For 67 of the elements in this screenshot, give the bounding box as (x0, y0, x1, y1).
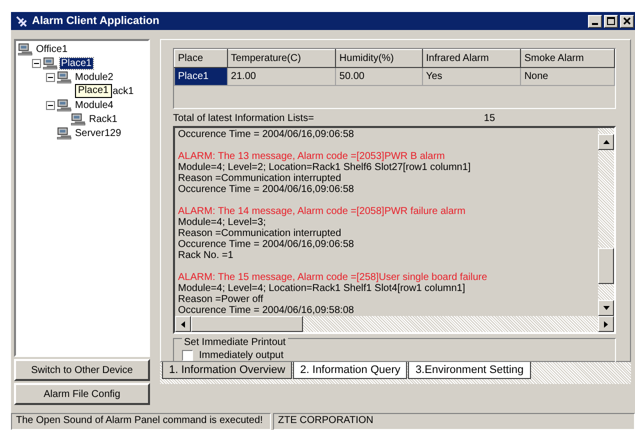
collapse-icon[interactable] (46, 72, 55, 82)
table-cell: Yes (422, 68, 521, 86)
maximize-icon (607, 17, 615, 25)
table-cell: None (520, 68, 614, 86)
close-icon (623, 17, 631, 25)
log-line: Occurence Time = 2004/06/16,09:06:58 (178, 129, 355, 140)
tree-item[interactable]: Office1 (35, 44, 68, 54)
computer-icon (71, 112, 86, 126)
tab[interactable]: 1. Information Overview (162, 362, 292, 379)
log-line: Reason =Communication interrupted (178, 228, 342, 239)
log-line: Module=4; Level=2; Location=Rack1 Shelf6 Slot27[row1 column1] (178, 162, 472, 173)
tab[interactable]: 2. Information Query (293, 362, 408, 379)
tree-item[interactable]: Module2 (74, 72, 114, 82)
scroll-thumb[interactable] (598, 248, 614, 284)
computer-icon (43, 56, 58, 70)
collapse-icon[interactable] (32, 58, 41, 68)
log-line: Module=4; Level=3; (178, 217, 267, 228)
tree-item[interactable]: Module4 (74, 100, 114, 110)
side-button[interactable]: Switch to Other Device (14, 359, 150, 381)
close-button[interactable] (620, 14, 634, 28)
log-line: Reason =Power off (178, 294, 264, 305)
column-header[interactable]: Infrared Alarm (422, 50, 521, 68)
left-arrow-icon[interactable] (181, 320, 185, 328)
log-line: Occurence Time = 2004/06/16,09:06:58 (178, 184, 355, 195)
total-label: Total of latest Information Lists= (173, 113, 314, 124)
group-title: Set Immediate Printout (182, 337, 288, 348)
column-header[interactable]: Temperature(C) (227, 50, 336, 68)
log-line: Rack No. =1 (178, 250, 234, 261)
column-header[interactable]: Humidity(%) (336, 50, 422, 68)
scroll-thumb[interactable] (191, 316, 303, 332)
tree-item[interactable]: Rack1 (88, 114, 118, 124)
up-arrow-icon[interactable] (602, 140, 610, 144)
alarm-line: ALARM: The 13 message, Alarm code =[2053]PWR B alarm (178, 151, 446, 162)
collapse-icon[interactable] (46, 100, 55, 110)
alarm-line: ALARM: The 15 message, Alarm code =[258]User single board failure (178, 272, 488, 283)
maximize-button[interactable] (604, 14, 618, 28)
log-line: Occurence Time = 2004/06/16,09:58:08 (178, 305, 355, 316)
alarm-line: ALARM: The 14 message, Alarm code =[2058]PWR failure alarm (178, 206, 466, 217)
status-pane: ZTE CORPORATION (273, 413, 635, 430)
immediately-output-checkbox[interactable]: Immediately output (182, 350, 284, 361)
column-header[interactable]: Smoke Alarm (520, 50, 614, 68)
computer-icon (18, 42, 33, 56)
computer-icon (57, 98, 72, 112)
horizontal-scrollbar[interactable] (175, 316, 614, 332)
log-line: Reason =Communication interrupted (178, 173, 342, 184)
minimize-button[interactable] (588, 14, 602, 28)
tree-item[interactable]: Place1 (60, 58, 93, 68)
computer-icon (57, 70, 72, 84)
satellite-icon (15, 14, 28, 28)
column-header[interactable]: Place (174, 50, 228, 68)
vertical-scrollbar[interactable] (598, 128, 614, 316)
tooltip: Place1 (75, 84, 112, 98)
status-pane: The Open Sound of Alarm Panel command is executed! (11, 413, 271, 430)
window-title: Alarm Client Application (32, 15, 160, 27)
table-cell: 50.00 (336, 68, 422, 86)
total-value: 15 (484, 113, 496, 124)
computer-icon (57, 126, 72, 140)
side-button[interactable]: Alarm File Config (14, 383, 150, 405)
down-arrow-icon[interactable] (602, 306, 610, 310)
right-arrow-icon[interactable] (604, 320, 608, 328)
log-line: Occurence Time = 2004/06/16,09:06:58 (178, 239, 355, 250)
table-cell: Place1 (174, 68, 228, 86)
tab[interactable]: 3.Environment Setting (408, 362, 531, 379)
tree-item[interactable]: Server129 (74, 128, 122, 138)
table-cell: 21.00 (227, 68, 336, 86)
tree-item[interactable]: ack1 (112, 86, 135, 96)
log-line: Module=4; Level=4; Location=Rack1 Shelf1 Slot4[row1 column1] (178, 283, 466, 294)
